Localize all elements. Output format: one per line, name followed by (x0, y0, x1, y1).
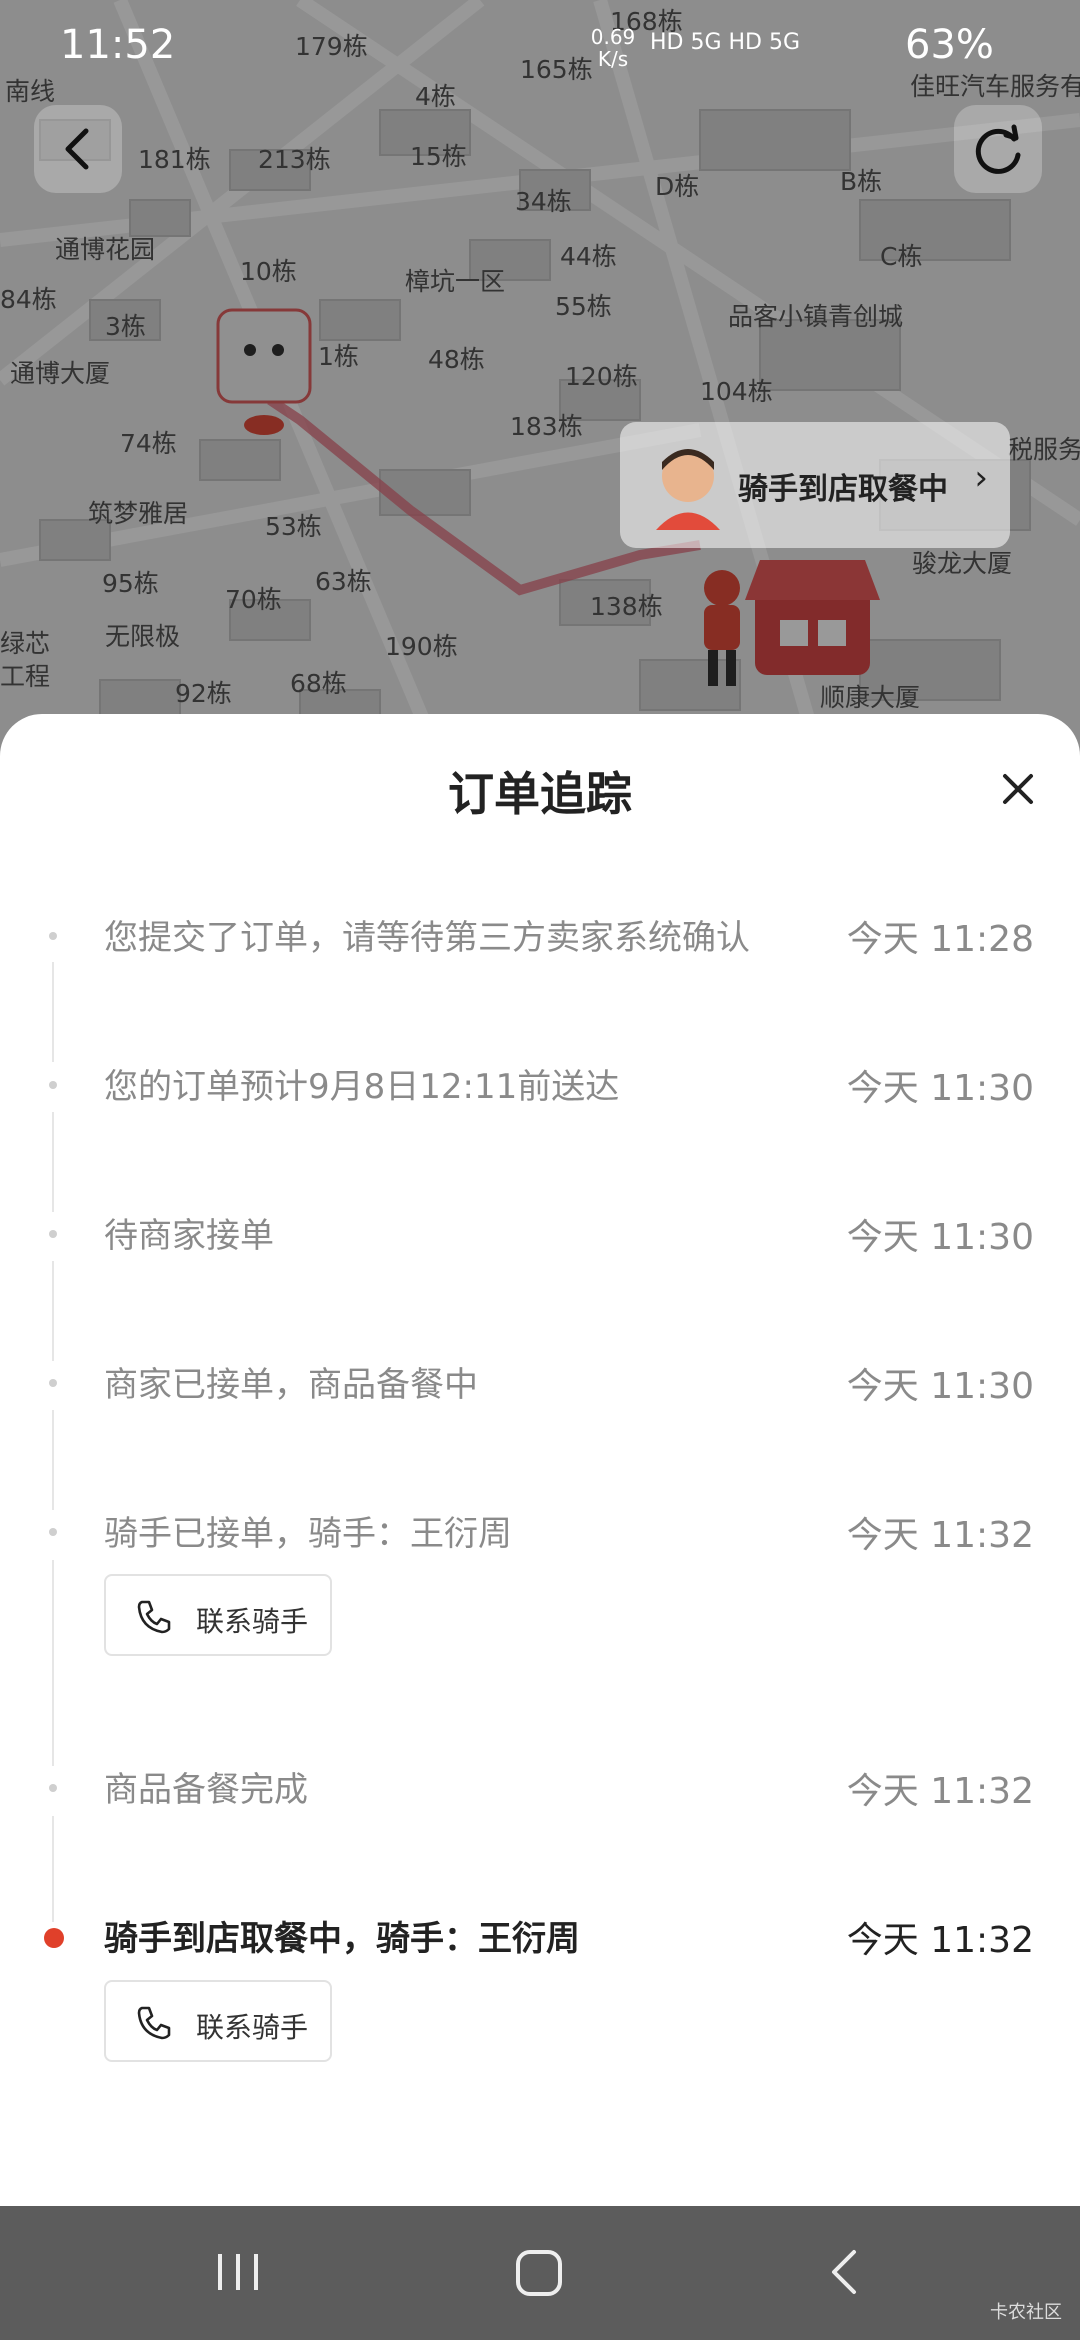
phone-icon (137, 2006, 171, 2040)
close-icon[interactable] (995, 766, 1041, 812)
event-text: 您提交了订单，请等待第三方卖家系统确认 (104, 918, 750, 958)
event-time: 今天 11:30 (846, 1217, 1034, 1258)
sheet-title: 订单追踪 (448, 767, 632, 821)
home-icon[interactable] (510, 2244, 570, 2300)
timeline-connector (52, 1261, 54, 1361)
recent-apps-icon[interactable] (210, 2244, 266, 2300)
net-speed: 0.69 K/s (590, 25, 636, 71)
timeline-dot (49, 1230, 57, 1238)
battery-level: 63% (905, 22, 994, 68)
timeline-dot-active (44, 1928, 64, 1948)
timeline-dot (49, 1081, 57, 1089)
system-nav-bar (0, 2206, 1080, 2340)
map-view[interactable]: 南线 179栋 168栋 165栋 4栋 佳旺汽车服务有限 181栋 213栋 … (0, 0, 1080, 760)
timeline-connector (52, 1560, 54, 1766)
timeline-dot (49, 1528, 57, 1536)
event-time: 今天 11:32 (846, 1920, 1034, 1961)
contact-rider-label: 联系骑手 (196, 1605, 309, 1638)
watermark: 卡农社区 (990, 2302, 1062, 2323)
event-text: 您的订单预计9月8日12:11前送达 (104, 1067, 620, 1107)
event-time: 今天 11:30 (846, 1068, 1034, 1109)
rider-status-text: 骑手到店取餐中 (738, 472, 948, 507)
timeline-connector (52, 962, 54, 1062)
event-time: 今天 11:32 (846, 1515, 1034, 1556)
refresh-button[interactable] (954, 105, 1042, 193)
timeline-dot (49, 1379, 57, 1387)
contact-rider-label: 联系骑手 (196, 2011, 309, 2044)
timeline-dot (49, 932, 57, 940)
order-tracking-sheet: 订单追踪 您提交了订单，请等待第三方卖家系统确认 今天 11:28 您的订单预计… (0, 714, 1080, 2206)
back-nav-icon[interactable] (818, 2244, 874, 2300)
phone-icon (137, 1600, 171, 1634)
rider-status-bubble[interactable]: 骑手到店取餐中 › (620, 422, 1010, 548)
event-time: 今天 11:28 (846, 919, 1034, 960)
status-time: 11:52 (60, 22, 176, 68)
contact-rider-button[interactable]: 联系骑手 (104, 1980, 332, 2062)
status-bar: 11:52 0.69 K/s HD 5G HD 5G 63% (0, 0, 1080, 100)
event-text: 骑手已接单，骑手：王衍周 (104, 1514, 512, 1554)
back-button[interactable] (34, 105, 122, 193)
event-time: 今天 11:30 (846, 1366, 1034, 1407)
timeline-connector (52, 1410, 54, 1510)
chevron-left-icon (65, 128, 89, 170)
network-indicators: HD 5G HD 5G (650, 30, 801, 55)
event-text: 待商家接单 (104, 1216, 274, 1256)
event-text: 商品备餐完成 (104, 1770, 308, 1810)
timeline-connector (52, 1112, 54, 1212)
event-text: 商家已接单，商品备餐中 (104, 1365, 478, 1405)
timeline-dot (49, 1784, 57, 1792)
timeline-connector (52, 1816, 54, 1922)
event-text: 骑手到店取餐中，骑手：王衍周 (104, 1919, 580, 1959)
map-dim-overlay (0, 0, 1080, 760)
contact-rider-button[interactable]: 联系骑手 (104, 1574, 332, 1656)
rider-avatar (656, 449, 720, 530)
event-time: 今天 11:32 (846, 1771, 1034, 1812)
chevron-right-icon: › (974, 458, 988, 498)
refresh-icon (975, 124, 1021, 174)
